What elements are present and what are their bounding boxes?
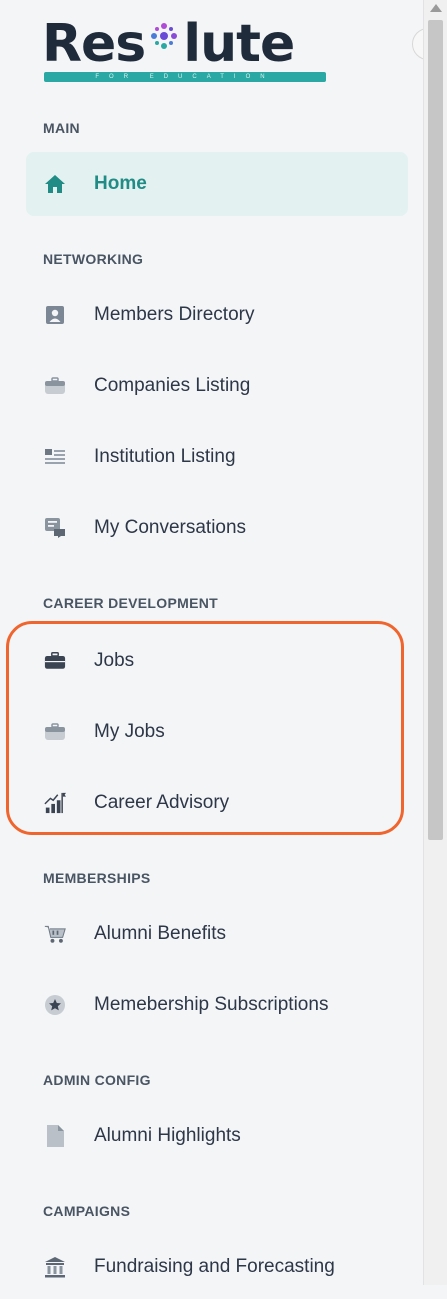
section-admin-config: ADMIN CONFIG	[43, 1072, 151, 1088]
sidebar-item-label: Home	[94, 173, 147, 194]
sidebar-item-label: Companies Listing	[94, 375, 251, 396]
chat-icon	[44, 517, 66, 539]
sidebar: Res lute FOR EDUCATION MAIN Home NETWORK…	[0, 0, 423, 1285]
user-card-icon	[44, 304, 66, 326]
sidebar-item-label: Alumni Benefits	[94, 923, 227, 944]
bank-icon	[44, 1256, 66, 1278]
section-main: MAIN	[43, 120, 80, 136]
sidebar-item-label: Members Directory	[94, 304, 255, 325]
sidebar-item-my-conversations[interactable]: My Conversations	[26, 496, 408, 560]
sidebar-item-label: Fundraising and Forecasting	[94, 1256, 335, 1277]
logo-gem-icon	[146, 14, 182, 64]
logo-text-right: lute	[183, 14, 295, 74]
document-icon	[44, 1125, 66, 1147]
highlight-annotation	[6, 621, 404, 835]
sidebar-item-label: Alumni Highlights	[94, 1125, 241, 1146]
cart-icon	[44, 923, 66, 945]
sidebar-item-label: Institution Listing	[94, 446, 236, 467]
section-networking: NETWORKING	[43, 251, 144, 267]
logo[interactable]: Res lute FOR EDUCATION	[42, 14, 326, 84]
scrollbar[interactable]	[423, 0, 447, 1285]
section-career-development: CAREER DEVELOPMENT	[43, 595, 218, 611]
sidebar-item-home[interactable]: Home	[26, 152, 408, 216]
sidebar-item-members-directory[interactable]: Members Directory	[26, 283, 408, 347]
home-icon	[44, 173, 66, 195]
sidebar-item-fundraising[interactable]: Fundraising and Forecasting	[26, 1235, 408, 1299]
list-icon	[44, 446, 66, 468]
sidebar-item-companies-listing[interactable]: Companies Listing	[26, 354, 408, 418]
scroll-up-arrow-icon[interactable]	[430, 4, 442, 12]
sidebar-item-membership-subscriptions[interactable]: Memebership Subscriptions	[26, 973, 408, 1037]
scroll-thumb[interactable]	[428, 20, 443, 840]
sidebar-item-alumni-highlights[interactable]: Alumni Highlights	[26, 1104, 408, 1168]
logo-tagline: FOR EDUCATION	[44, 72, 326, 82]
sidebar-item-label: My Conversations	[94, 517, 247, 538]
sidebar-item-institution-listing[interactable]: Institution Listing	[26, 425, 408, 489]
logo-text-left: Res	[42, 14, 146, 74]
sidebar-item-alumni-benefits[interactable]: Alumni Benefits	[26, 902, 408, 966]
briefcase-icon	[44, 375, 66, 397]
section-campaigns: CAMPAIGNS	[43, 1203, 131, 1219]
star-badge-icon	[44, 994, 66, 1016]
section-memberships: MEMBERSHIPS	[43, 870, 151, 886]
sidebar-item-label: Memebership Subscriptions	[94, 994, 329, 1015]
